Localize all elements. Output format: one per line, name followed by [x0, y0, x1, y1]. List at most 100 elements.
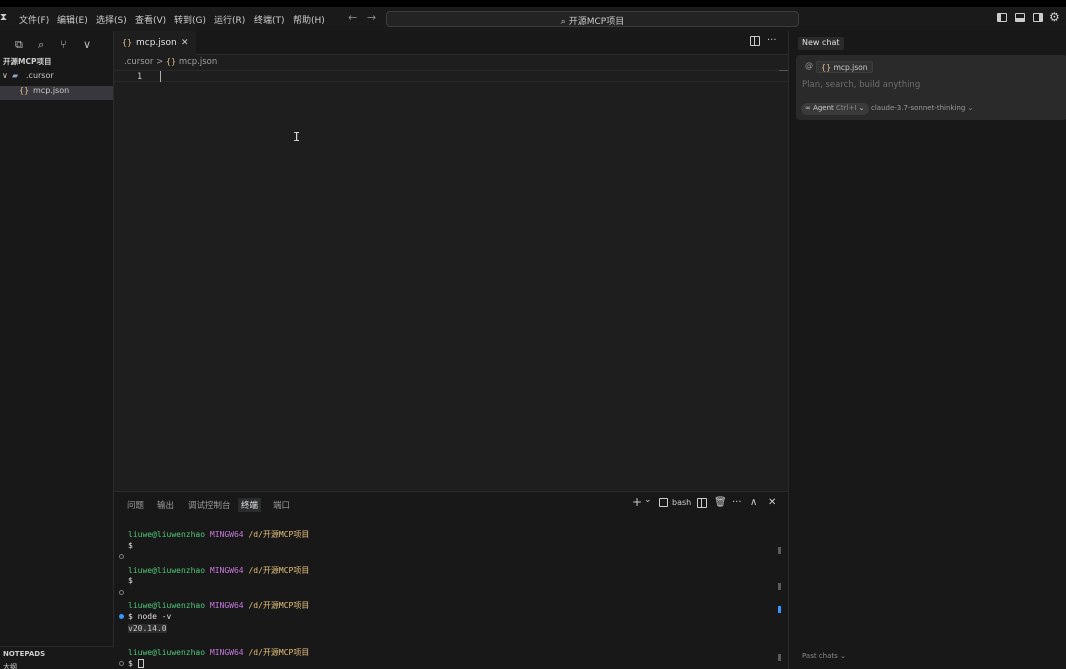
forward-arrow-icon[interactable]: → — [367, 11, 376, 24]
chevron-down-icon[interactable]: ∨ — [83, 38, 91, 51]
breadcrumb: .cursor > {} mcp.json — [124, 57, 217, 67]
terminal-path: /d/开源MCP项目 — [248, 566, 310, 575]
folder-icon: ▰ — [12, 71, 19, 80]
context-file-pill[interactable]: {} mcp.json — [816, 61, 873, 73]
terminal-prompt: $ — [128, 541, 133, 550]
chevron-down-icon: ⌄ — [840, 652, 846, 660]
command-status-dot[interactable] — [119, 661, 124, 666]
terminal-panel: 问题 输出 调试控制台 终端 端口 + ⌄ bash 🗑 ··· ∧ ✕ liu… — [114, 491, 788, 669]
chevron-down-icon: ∨ — [2, 71, 8, 80]
tab-terminal[interactable]: 终端 — [238, 498, 262, 512]
model-label: claude-3.7-sonnet-thinking — [871, 104, 966, 112]
menu-file[interactable]: 文件(F) — [19, 13, 49, 26]
chat-composer[interactable]: @ {} mcp.json Plan, search, build anythi… — [796, 55, 1066, 120]
project-root-title[interactable]: 开源MCP项目 — [3, 56, 116, 70]
terminal-input-line[interactable]: $ — [128, 659, 144, 668]
breadcrumb-file[interactable]: mcp.json — [179, 57, 217, 67]
terminal-prompt-header: liuwe@liuwenzhao MINGW64 /d/开源MCP项目 — [128, 565, 309, 576]
terminal-user: liuwe@liuwenzhao — [128, 648, 206, 657]
terminal-prompt-header: liuwe@liuwenzhao MINGW64 /d/开源MCP项目 — [128, 647, 309, 658]
notepads-section[interactable]: NOTEPADS 大纲 — [0, 646, 114, 669]
notepads-subtitle: 大纲 — [3, 663, 17, 669]
terminal-cursor — [137, 659, 144, 668]
tree-folder-cursor[interactable]: ∨ ▰ .cursor — [0, 71, 113, 85]
chat-panel: New chat @ {} mcp.json Plan, search, bui… — [788, 31, 1066, 669]
terminal-command-line: $ node -v — [128, 612, 171, 621]
chevron-down-icon[interactable]: ⌄ — [644, 495, 652, 505]
split-editor-icon[interactable] — [750, 36, 760, 46]
terminal-prompt: $ — [128, 576, 133, 585]
scrollbar-marker — [778, 606, 781, 613]
tab-mcp-json[interactable]: {} mcp.json ✕ — [114, 31, 196, 55]
tab-output[interactable]: 输出 — [157, 499, 174, 511]
terminal-host: MINGW64 — [209, 601, 244, 610]
tab-ports[interactable]: 端口 — [273, 499, 290, 511]
source-control-icon[interactable]: ⑂ — [60, 38, 67, 51]
terminal-output: v20.14.0 — [128, 624, 167, 633]
search-text: 开源MCP项目 — [568, 17, 625, 27]
mouse-ibeam-cursor: I — [293, 130, 301, 144]
chevron-down-icon: ⌄ — [967, 104, 974, 112]
file-label: mcp.json — [33, 86, 70, 95]
notepads-title: NOTEPADS — [3, 650, 46, 658]
editor-scrollbar[interactable] — [779, 70, 788, 71]
terminal-host: MINGW64 — [209, 530, 244, 539]
scrollbar-marker — [778, 547, 781, 554]
close-panel-icon[interactable]: ✕ — [768, 497, 776, 508]
search-icon[interactable]: ⌕ — [38, 38, 44, 52]
shell-label[interactable]: bash — [672, 498, 691, 507]
command-center-search[interactable]: ⌕ 开源MCP项目 — [386, 11, 799, 27]
menu-edit[interactable]: 编辑(E) — [57, 13, 88, 26]
tab-new-chat[interactable]: New chat — [798, 37, 844, 50]
menu-help[interactable]: 帮助(H) — [293, 13, 325, 26]
settings-gear-icon[interactable]: ⚙ — [1049, 10, 1060, 24]
terminal-path: /d/开源MCP项目 — [248, 648, 310, 657]
context-file-label: mcp.json — [833, 63, 868, 72]
back-arrow-icon[interactable]: ← — [348, 11, 357, 24]
tab-debug-console[interactable]: 调试控制台 — [188, 499, 231, 511]
terminal-shell-icon — [659, 498, 668, 507]
terminal-path: /d/开源MCP项目 — [248, 601, 310, 610]
menu-go[interactable]: 转到(G) — [174, 13, 206, 26]
json-file-icon: {} — [821, 63, 832, 72]
menu-selection[interactable]: 选择(S) — [96, 13, 127, 26]
chat-input[interactable]: Plan, search, build anything — [802, 80, 920, 90]
tree-file-mcp-json[interactable]: {} mcp.json — [0, 86, 113, 100]
menu-view[interactable]: 查看(V) — [135, 13, 166, 26]
command-status-dot[interactable] — [119, 614, 124, 619]
menu-terminal[interactable]: 终端(T) — [254, 13, 285, 26]
toggle-sidebar-icon[interactable] — [997, 13, 1007, 22]
menu-run[interactable]: 运行(R) — [214, 13, 245, 26]
explorer-files-icon[interactable]: ⧉ — [15, 38, 23, 52]
terminal-prompt: $ — [128, 612, 133, 621]
explorer-sidebar: ⧉ ⌕ ⑂ ∨ 开源MCP项目 ∨ ▰ .cursor {} mcp.json — [0, 31, 114, 669]
json-file-icon: {} — [19, 86, 30, 95]
window-top-strip — [0, 0, 1066, 7]
maximize-panel-icon[interactable]: ∧ — [750, 497, 757, 508]
title-bar: ⧗ 文件(F) 编辑(E) 选择(S) 查看(V) 转到(G) 运行(R) 终端… — [0, 7, 1066, 31]
more-actions-icon[interactable]: ··· — [767, 35, 777, 46]
command-status-dot[interactable] — [119, 590, 124, 595]
more-actions-icon[interactable]: ··· — [732, 497, 742, 508]
terminal-user: liuwe@liuwenzhao — [128, 566, 206, 575]
editor-tab-bar: {} mcp.json ✕ ··· — [114, 31, 788, 55]
folder-label: .cursor — [26, 71, 54, 80]
scrollbar-marker — [778, 583, 781, 590]
new-terminal-icon[interactable]: + — [632, 495, 642, 509]
split-terminal-icon[interactable] — [697, 498, 707, 508]
terminal-command: node -v — [137, 612, 172, 621]
command-status-dot[interactable] — [119, 554, 124, 559]
tab-problems[interactable]: 问题 — [127, 499, 144, 511]
terminal-prompt: $ — [128, 659, 133, 668]
at-mention-icon[interactable]: @ — [805, 61, 813, 70]
past-chats-toggle[interactable]: Past chats ⌄ — [802, 652, 846, 660]
terminal-user: liuwe@liuwenzhao — [128, 601, 206, 610]
close-icon[interactable]: ✕ — [181, 38, 189, 48]
terminal-prompt-header: liuwe@liuwenzhao MINGW64 /d/开源MCP项目 — [128, 600, 309, 611]
toggle-panel-icon[interactable] — [1015, 13, 1025, 22]
model-select[interactable]: claude-3.7-sonnet-thinking ⌄ — [871, 104, 973, 112]
breadcrumb-folder[interactable]: .cursor — [124, 57, 153, 67]
agent-mode-select[interactable]: ∞ Agent Ctrl+I ⌄ — [801, 103, 869, 115]
trash-icon[interactable]: 🗑 — [714, 497, 727, 508]
toggle-secondary-sidebar-icon[interactable] — [1033, 13, 1043, 22]
